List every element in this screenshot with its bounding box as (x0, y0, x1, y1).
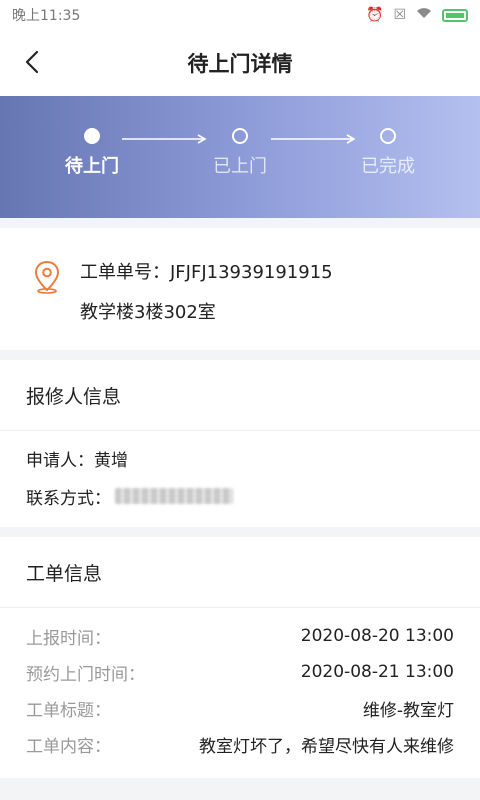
contact-label: 联系方式： (26, 488, 111, 509)
address-section: 工单单号：JFJFJ13939191915 教学楼3楼302室 (0, 228, 480, 350)
applicant-line: 申请人： 黄增 (26, 439, 454, 477)
status-time: 晚上11:35 (12, 8, 81, 24)
row-label: 工单内容： (26, 736, 111, 757)
report-time-row: 上报时间： 2020-08-20 13:00 (26, 618, 454, 654)
step-dot-icon (232, 128, 248, 144)
location-text: 教学楼3楼302室 (80, 302, 216, 323)
row-value: 2020-08-21 13:00 (300, 662, 454, 682)
status-icons: ⏰ ☒ (366, 7, 468, 23)
step-label: 待上门 (65, 156, 119, 177)
back-button[interactable] (14, 44, 50, 80)
status-bar: 晚上11:35 ⏰ ☒ (0, 0, 480, 30)
work-order-card: 工单信息 上报时间： 2020-08-20 13:00 预约上门时间： 2020… (0, 537, 480, 778)
step-completed: 已完成 (343, 128, 433, 178)
step-label: 已上门 (213, 156, 267, 177)
address-card: 工单单号：JFJFJ13939191915 教学楼3楼302室 (0, 228, 480, 350)
reporter-section-title: 报修人信息 (0, 360, 480, 431)
masked-phone (115, 488, 233, 504)
silent-alarm-icon: ⏰ (366, 7, 384, 23)
location-pin-icon (34, 260, 60, 294)
content-row: 工单内容： 教室灯坏了，希望尽快有人来维修 (26, 726, 454, 762)
step-dot-icon (84, 128, 100, 144)
row-value: 2020-08-20 13:00 (300, 626, 454, 646)
row-label: 工单标题： (26, 700, 111, 721)
applicant-name: 黄增 (94, 450, 128, 471)
wifi-icon (416, 7, 432, 23)
reporter-card: 报修人信息 申请人： 黄增 联系方式： (0, 360, 480, 527)
row-label: 预约上门时间： (26, 664, 145, 685)
progress-steps: 待上门 已上门 已完成 (0, 96, 480, 218)
page-title: 待上门详情 (187, 52, 293, 76)
title-row: 工单标题： 维修-教室灯 (26, 690, 454, 726)
battery-icon (442, 8, 468, 22)
row-value: 教室灯坏了，希望尽快有人来维修 (199, 736, 454, 757)
work-order-section-title: 工单信息 (0, 537, 480, 608)
step-dot-icon (380, 128, 396, 144)
nav-bar: 待上门详情 (0, 30, 480, 96)
applicant-label: 申请人： (26, 450, 94, 471)
row-value: 维修-教室灯 (362, 700, 454, 721)
row-label: 上报时间： (26, 628, 111, 649)
order-number: 工单单号：JFJFJ13939191915 (80, 262, 333, 283)
sim-icon: ☒ (393, 7, 406, 23)
contact-line: 联系方式： (26, 477, 454, 515)
chevron-left-icon (25, 50, 39, 74)
step-label: 已完成 (361, 156, 415, 177)
appointment-time-row: 预约上门时间： 2020-08-21 13:00 (26, 654, 454, 690)
